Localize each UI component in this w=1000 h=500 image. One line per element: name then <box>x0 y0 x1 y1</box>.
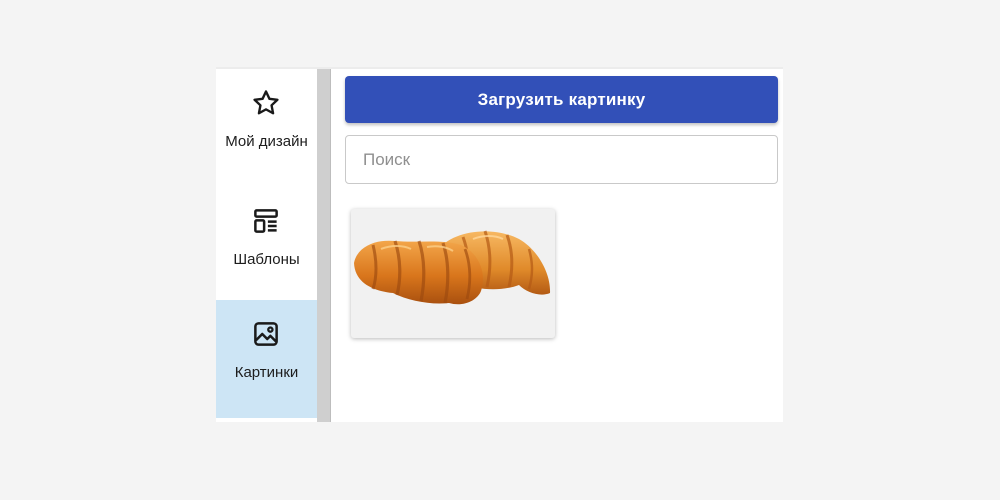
scrollbar[interactable] <box>317 69 331 422</box>
sidebar: Мой дизайн Шаблоны Картинки <box>216 69 317 422</box>
template-icon <box>254 209 278 233</box>
sidebar-item-label: Мой дизайн <box>225 133 308 150</box>
croissant-image <box>354 230 551 305</box>
search-input[interactable] <box>345 135 778 184</box>
star-icon <box>253 90 279 115</box>
sidebar-item-images[interactable]: Картинки <box>216 300 317 418</box>
sidebar-item-templates[interactable]: Шаблоны <box>216 187 317 305</box>
image-thumbnail[interactable] <box>351 209 555 338</box>
sidebar-item-label: Шаблоны <box>233 251 300 268</box>
content-area: Загрузить картинку <box>331 69 783 422</box>
sidebar-item-label: Картинки <box>234 364 299 381</box>
image-icon <box>254 322 278 346</box>
sidebar-item-my-design[interactable]: Мой дизайн <box>216 69 317 187</box>
images-panel: Мой дизайн Шаблоны Картинки Загрузить ка… <box>216 67 783 422</box>
upload-image-button[interactable]: Загрузить картинку <box>345 76 778 123</box>
